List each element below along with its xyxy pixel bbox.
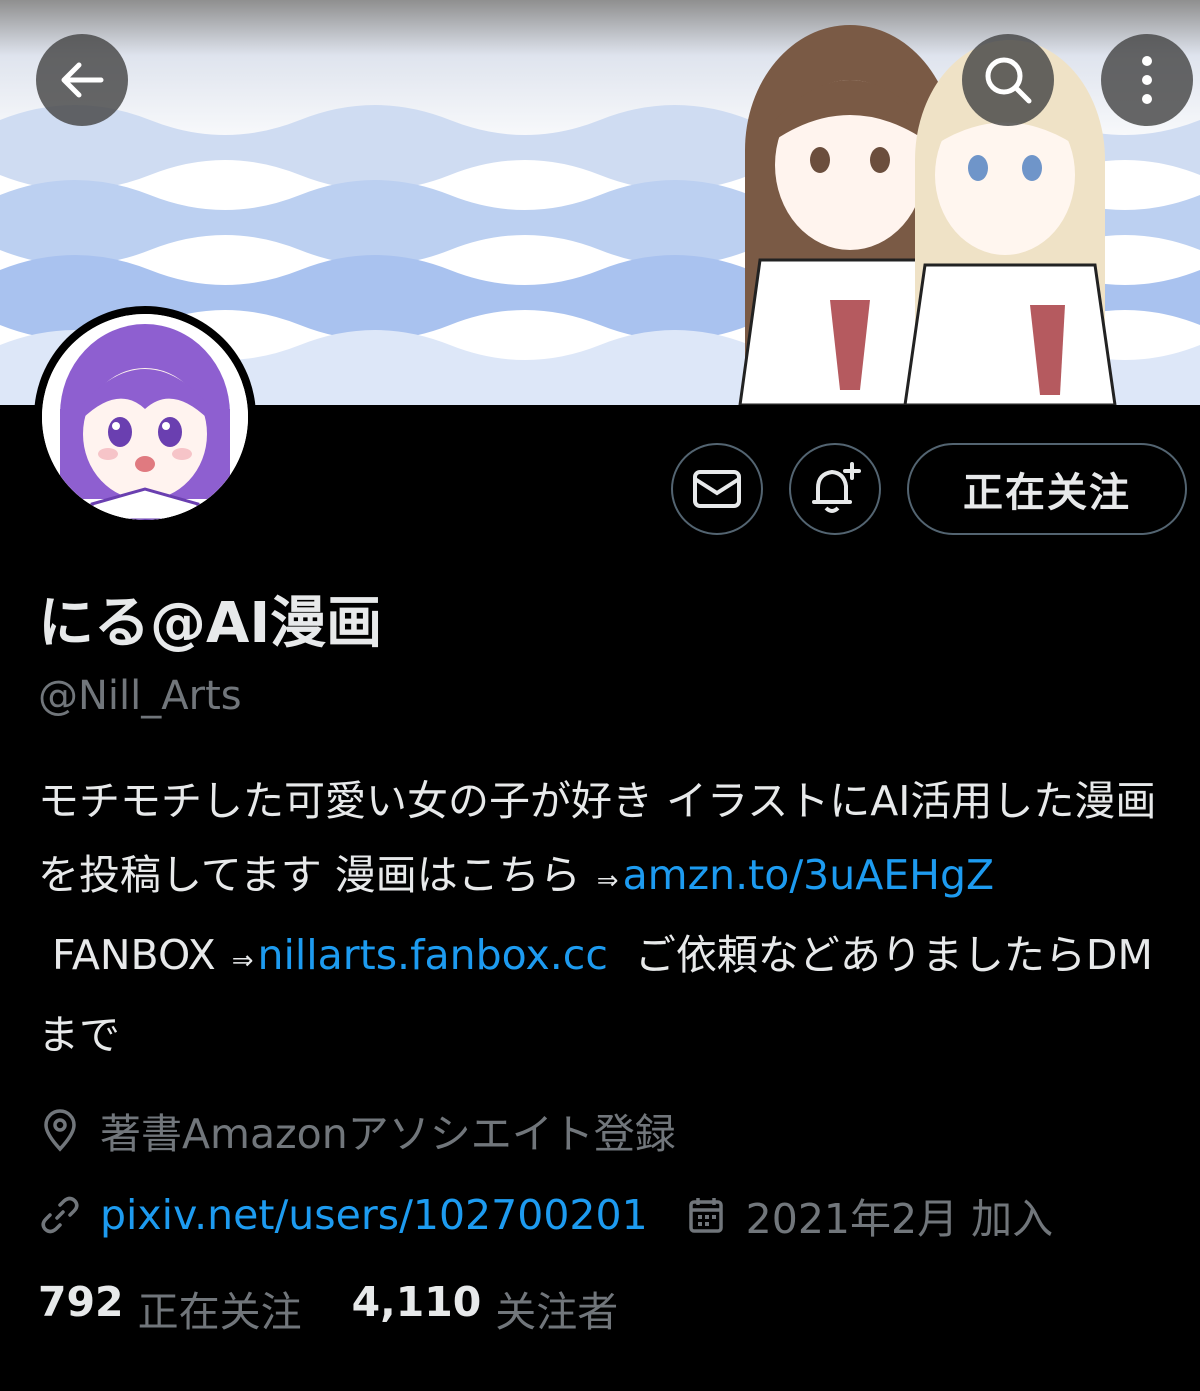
message-button[interactable] [671, 443, 763, 535]
bio-link-amazon[interactable]: amzn.to/3uAEHgZ [623, 851, 995, 899]
link-icon [38, 1193, 82, 1237]
back-button[interactable] [36, 34, 128, 126]
bio: モチモチした可愛い女の子が好き イラストにAI活用した漫画を投稿してます 漫画は… [38, 764, 1188, 1072]
join-date: 2021年2月 加入 [684, 1185, 1053, 1245]
mail-icon [693, 470, 741, 508]
following-count: 792 [38, 1278, 124, 1326]
search-icon [985, 57, 1032, 104]
calendar-icon [684, 1193, 728, 1237]
display-name: にる@AI漫画 [38, 591, 383, 656]
bio-arrow: ⇒ [231, 946, 254, 976]
location-pin-icon [38, 1108, 82, 1152]
back-arrow-icon [61, 62, 104, 98]
notifications-button[interactable] [789, 443, 881, 535]
avatar-image [42, 314, 248, 520]
website-link[interactable]: pixiv.net/users/102700201 [100, 1191, 648, 1239]
bio-link-fanbox[interactable]: nillarts.fanbox.cc [257, 931, 607, 979]
bio-arrow: ⇒ [596, 866, 619, 896]
location-row: 著書Amazonアソシエイト登録 [38, 1100, 676, 1160]
following-button[interactable]: 正在关注 [907, 443, 1187, 535]
location-text: 著書Amazonアソシエイト登録 [100, 1110, 676, 1158]
search-button[interactable] [962, 34, 1054, 126]
followers-stat[interactable]: 4,110 关注者 [352, 1278, 619, 1338]
followers-label: 关注者 [495, 1288, 619, 1336]
follow-stats: 792 正在关注 4,110 关注者 [38, 1278, 618, 1338]
following-stat[interactable]: 792 正在关注 [38, 1278, 302, 1338]
bell-plus-icon [812, 462, 861, 513]
more-vertical-icon [1142, 56, 1152, 104]
more-options-button[interactable] [1101, 34, 1193, 126]
join-date-text: 2021年2月 加入 [745, 1195, 1054, 1243]
avatar[interactable] [34, 306, 256, 528]
link-row: pixiv.net/users/102700201 2021年2月 加入 [38, 1185, 1053, 1245]
bio-text: FANBOX [52, 931, 216, 979]
banner-characters [738, 25, 1117, 405]
following-label: 正在关注 [137, 1288, 302, 1336]
followers-count: 4,110 [351, 1278, 482, 1326]
user-handle: @Nill_Arts [38, 673, 242, 719]
